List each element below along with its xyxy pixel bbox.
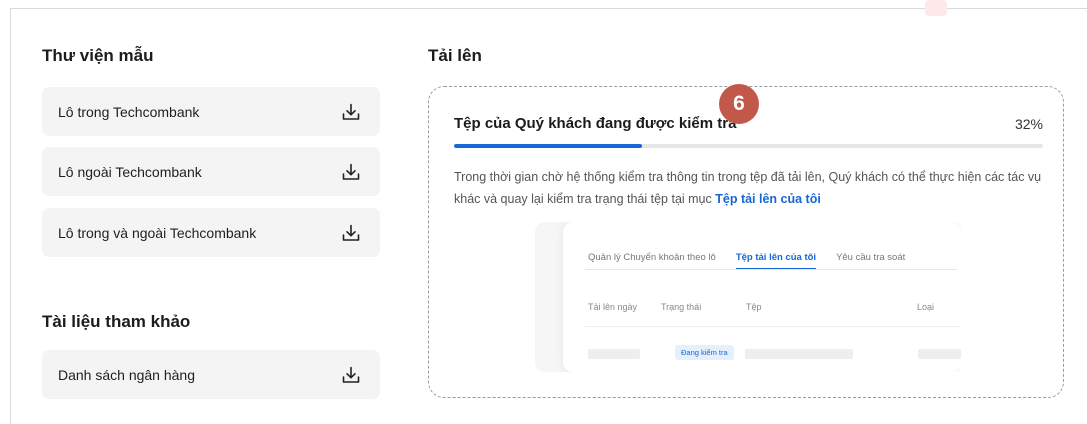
download-item-label: Lô trong Techcombank [58, 103, 200, 120]
preview-tabs: Quản lý Chuyển khoản theo lô Tệp tải lên… [588, 252, 905, 270]
download-item-label: Danh sách ngân hàng [58, 366, 195, 383]
upload-progress-bar [454, 144, 1043, 148]
preview-col-header: Loại [917, 302, 935, 312]
preview-tab: Yêu cầu tra soát [836, 252, 906, 263]
uploads-preview-illustration: Quản lý Chuyển khoản theo lô Tệp tải lên… [535, 222, 961, 372]
upload-status-title: Tệp của Quý khách đang được kiểm tra [454, 115, 737, 132]
my-uploads-link[interactable]: Tệp tải lên của tôi [715, 192, 821, 206]
decorative-shape [925, 0, 947, 16]
preview-skeleton [745, 349, 853, 359]
download-icon[interactable] [340, 101, 362, 123]
download-template-external[interactable]: Lô ngoài Techcombank [42, 147, 380, 196]
download-icon[interactable] [340, 161, 362, 183]
templates-title: Thư viện mẫu [42, 46, 154, 65]
upload-percent: 32% [1014, 116, 1043, 132]
preview-skeleton [588, 349, 640, 359]
download-item-label: Lô trong và ngoài Techcombank [58, 224, 257, 241]
preview-col-header: Trạng thái [661, 302, 702, 312]
preview-col-header: Tệp [746, 302, 762, 312]
preview-tab: Quản lý Chuyển khoản theo lô [588, 252, 716, 263]
preview-tab-active: Tệp tải lên của tôi [735, 252, 817, 270]
preview-skeleton [918, 349, 961, 359]
preview-row-divider [585, 326, 961, 327]
step-badge: 6 [719, 84, 759, 124]
download-icon[interactable] [340, 222, 362, 244]
preview-tab-divider [585, 269, 957, 270]
references-title: Tài liệu tham khảo [42, 312, 191, 331]
upload-title: Tải lên [428, 46, 482, 65]
preview-col-header: Tải lên ngày [588, 302, 638, 312]
preview-card: Quản lý Chuyển khoản theo lô Tệp tải lên… [563, 222, 961, 372]
download-item-label: Lô ngoài Techcombank [58, 163, 202, 180]
download-template-mixed[interactable]: Lô trong và ngoài Techcombank [42, 208, 380, 257]
upload-description: Trong thời gian chờ hệ thống kiểm tra th… [454, 166, 1054, 210]
download-template-internal[interactable]: Lô trong Techcombank [42, 87, 380, 136]
download-icon[interactable] [340, 364, 362, 386]
preview-status-badge: Đang kiểm tra [675, 345, 734, 360]
download-bank-list[interactable]: Danh sách ngân hàng [42, 350, 380, 399]
upload-progress-fill [454, 144, 643, 148]
